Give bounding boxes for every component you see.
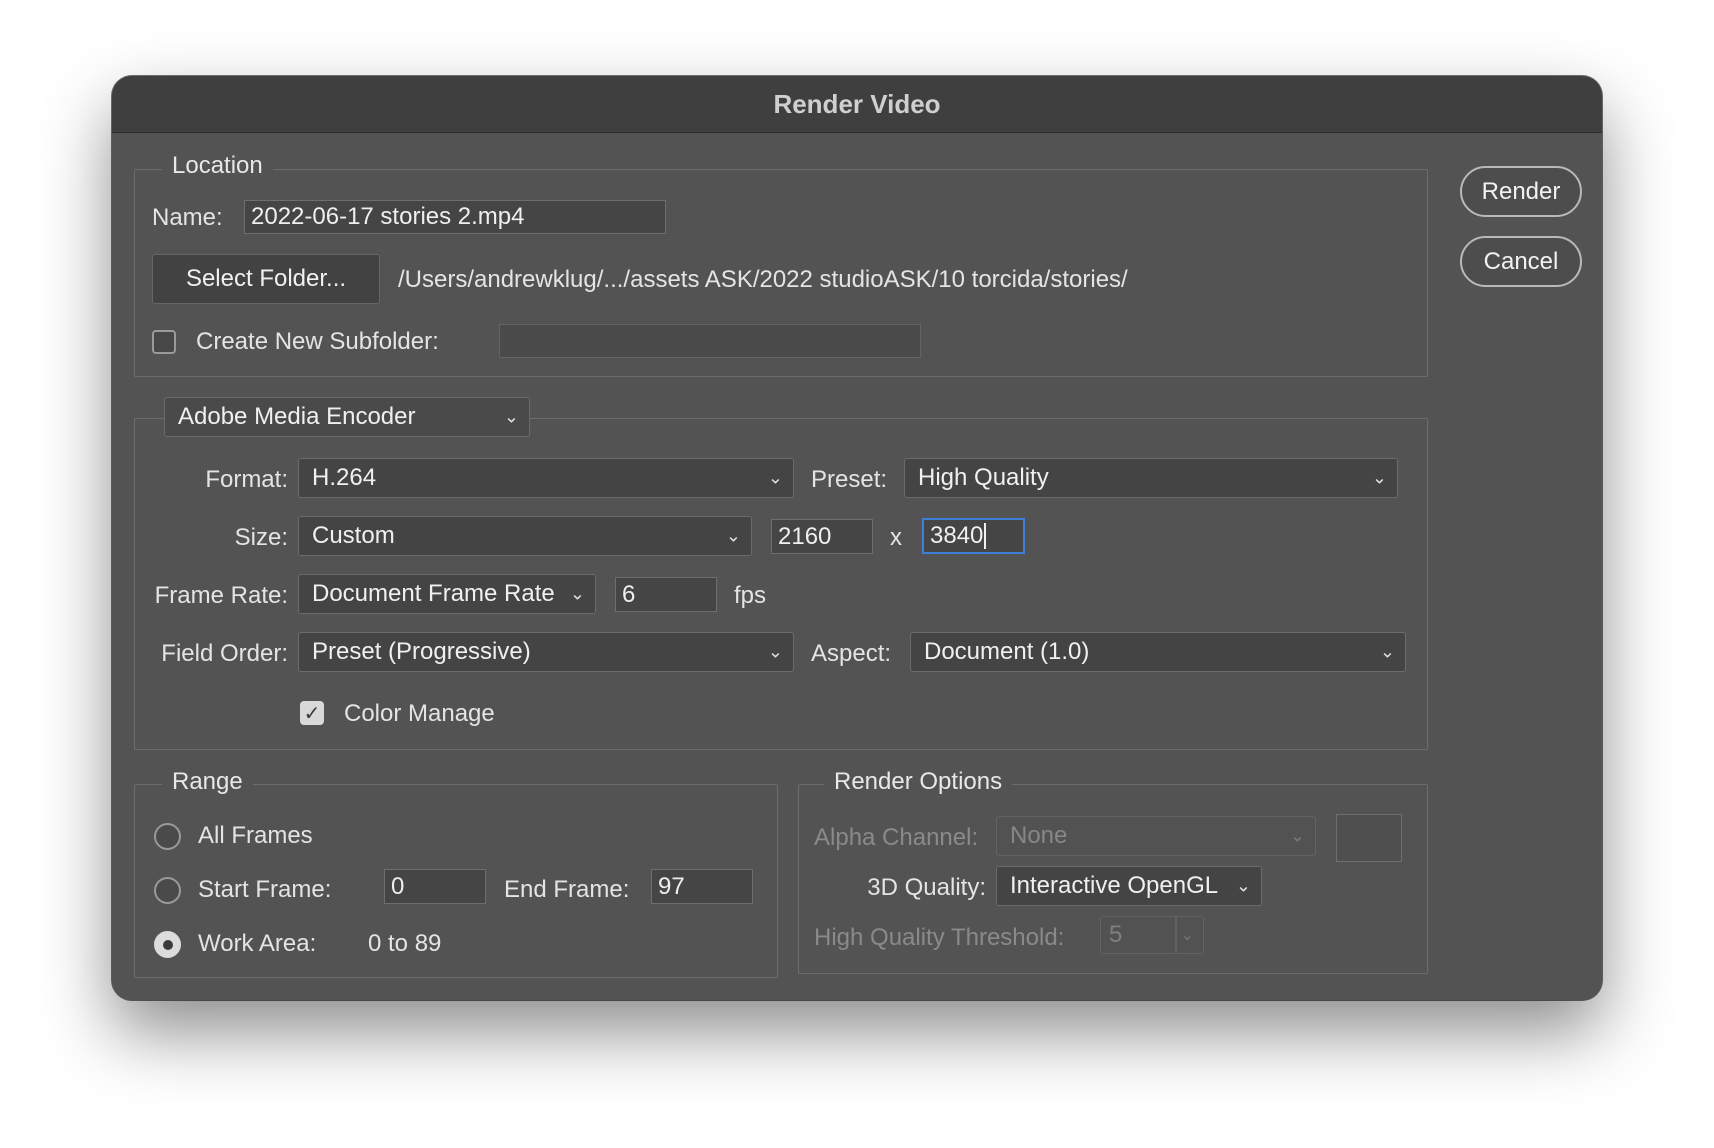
location-legend: Location <box>162 152 273 180</box>
render-options-legend: Render Options <box>824 768 1013 796</box>
checkmark-icon: ✓ <box>303 702 321 725</box>
width-input[interactable]: 2160 <box>771 519 873 554</box>
dimension-separator: x <box>890 524 902 551</box>
all-frames-label: All Frames <box>198 822 313 849</box>
dialog-title: Render Video <box>112 76 1602 133</box>
all-frames-radio[interactable] <box>154 823 181 850</box>
name-label: Name: <box>152 204 223 231</box>
cancel-button[interactable]: Cancel <box>1460 236 1582 287</box>
text-caret <box>984 523 987 549</box>
render-button[interactable]: Render <box>1460 166 1582 217</box>
alpha-channel-dropdown[interactable]: None ⌄ <box>996 816 1316 856</box>
select-folder-button[interactable]: Select Folder... <box>152 254 380 304</box>
create-subfolder-label: Create New Subfolder: <box>196 328 439 355</box>
chevron-down-icon: ⌄ <box>1180 927 1194 944</box>
frame-rate-dropdown[interactable]: Document Frame Rate ⌄ <box>298 574 596 614</box>
start-frame-input[interactable]: 0 <box>384 869 486 904</box>
encoder-dropdown[interactable]: Adobe Media Encoder ⌄ <box>164 397 530 437</box>
range-legend: Range <box>162 768 253 796</box>
3d-quality-dropdown[interactable]: Interactive OpenGL ⌄ <box>996 866 1262 906</box>
field-order-label: Field Order: <box>161 640 288 667</box>
hq-threshold-label: High Quality Threshold: <box>814 924 1065 951</box>
chevron-down-icon: ⌄ <box>1379 641 1395 662</box>
size-label: Size: <box>234 524 288 551</box>
create-subfolder-checkbox[interactable] <box>152 330 176 354</box>
render-video-dialog: Render Video Render Cancel Location Name… <box>112 76 1602 1000</box>
alpha-color-swatch[interactable] <box>1336 814 1402 862</box>
subfolder-name-input[interactable] <box>499 324 921 358</box>
chevron-down-icon: ⌄ <box>569 583 585 604</box>
format-label: Format: <box>205 466 288 493</box>
aspect-label: Aspect: <box>811 640 892 667</box>
aspect-dropdown[interactable]: Document (1.0) ⌄ <box>910 632 1406 672</box>
folder-path: /Users/andrewklug/.../assets ASK/2022 st… <box>398 266 1128 293</box>
chevron-down-icon: ⌄ <box>767 467 783 488</box>
work-area-label: Work Area: <box>198 930 317 957</box>
color-manage-checkbox[interactable]: ✓ <box>300 701 324 725</box>
fps-input[interactable]: 6 <box>615 577 717 612</box>
alpha-channel-label: Alpha Channel: <box>814 824 979 851</box>
chevron-down-icon: ⌄ <box>725 525 741 546</box>
chevron-down-icon: ⌄ <box>767 641 783 662</box>
3d-quality-label: 3D Quality: <box>867 874 986 901</box>
field-order-dropdown[interactable]: Preset (Progressive) ⌄ <box>298 632 794 672</box>
chevron-down-icon: ⌄ <box>1371 467 1387 488</box>
start-frame-radio[interactable] <box>154 877 181 904</box>
chevron-down-icon: ⌄ <box>1289 825 1305 846</box>
hq-threshold-dropdown[interactable]: 5 ⌄ <box>1100 916 1204 954</box>
chevron-down-icon: ⌄ <box>1235 875 1251 896</box>
name-input[interactable]: 2022-06-17 stories 2.mp4 <box>244 200 666 234</box>
frame-rate-label: Frame Rate: <box>154 582 288 609</box>
height-input[interactable]: 3840 <box>922 518 1025 554</box>
chevron-down-icon: ⌄ <box>503 406 519 427</box>
end-frame-input[interactable]: 97 <box>651 869 753 904</box>
work-area-radio[interactable] <box>154 931 181 958</box>
preset-label: Preset: <box>811 466 888 493</box>
preset-dropdown[interactable]: High Quality ⌄ <box>904 458 1398 498</box>
color-manage-label: Color Manage <box>344 700 495 727</box>
size-dropdown[interactable]: Custom ⌄ <box>298 516 752 556</box>
start-frame-label: Start Frame: <box>198 876 332 903</box>
work-area-value: 0 to 89 <box>368 930 442 957</box>
end-frame-label: End Frame: <box>504 876 630 903</box>
fps-unit-label: fps <box>734 582 767 609</box>
name-input-value: 2022-06-17 stories 2.mp4 <box>251 203 525 230</box>
format-dropdown[interactable]: H.264 ⌄ <box>298 458 794 498</box>
